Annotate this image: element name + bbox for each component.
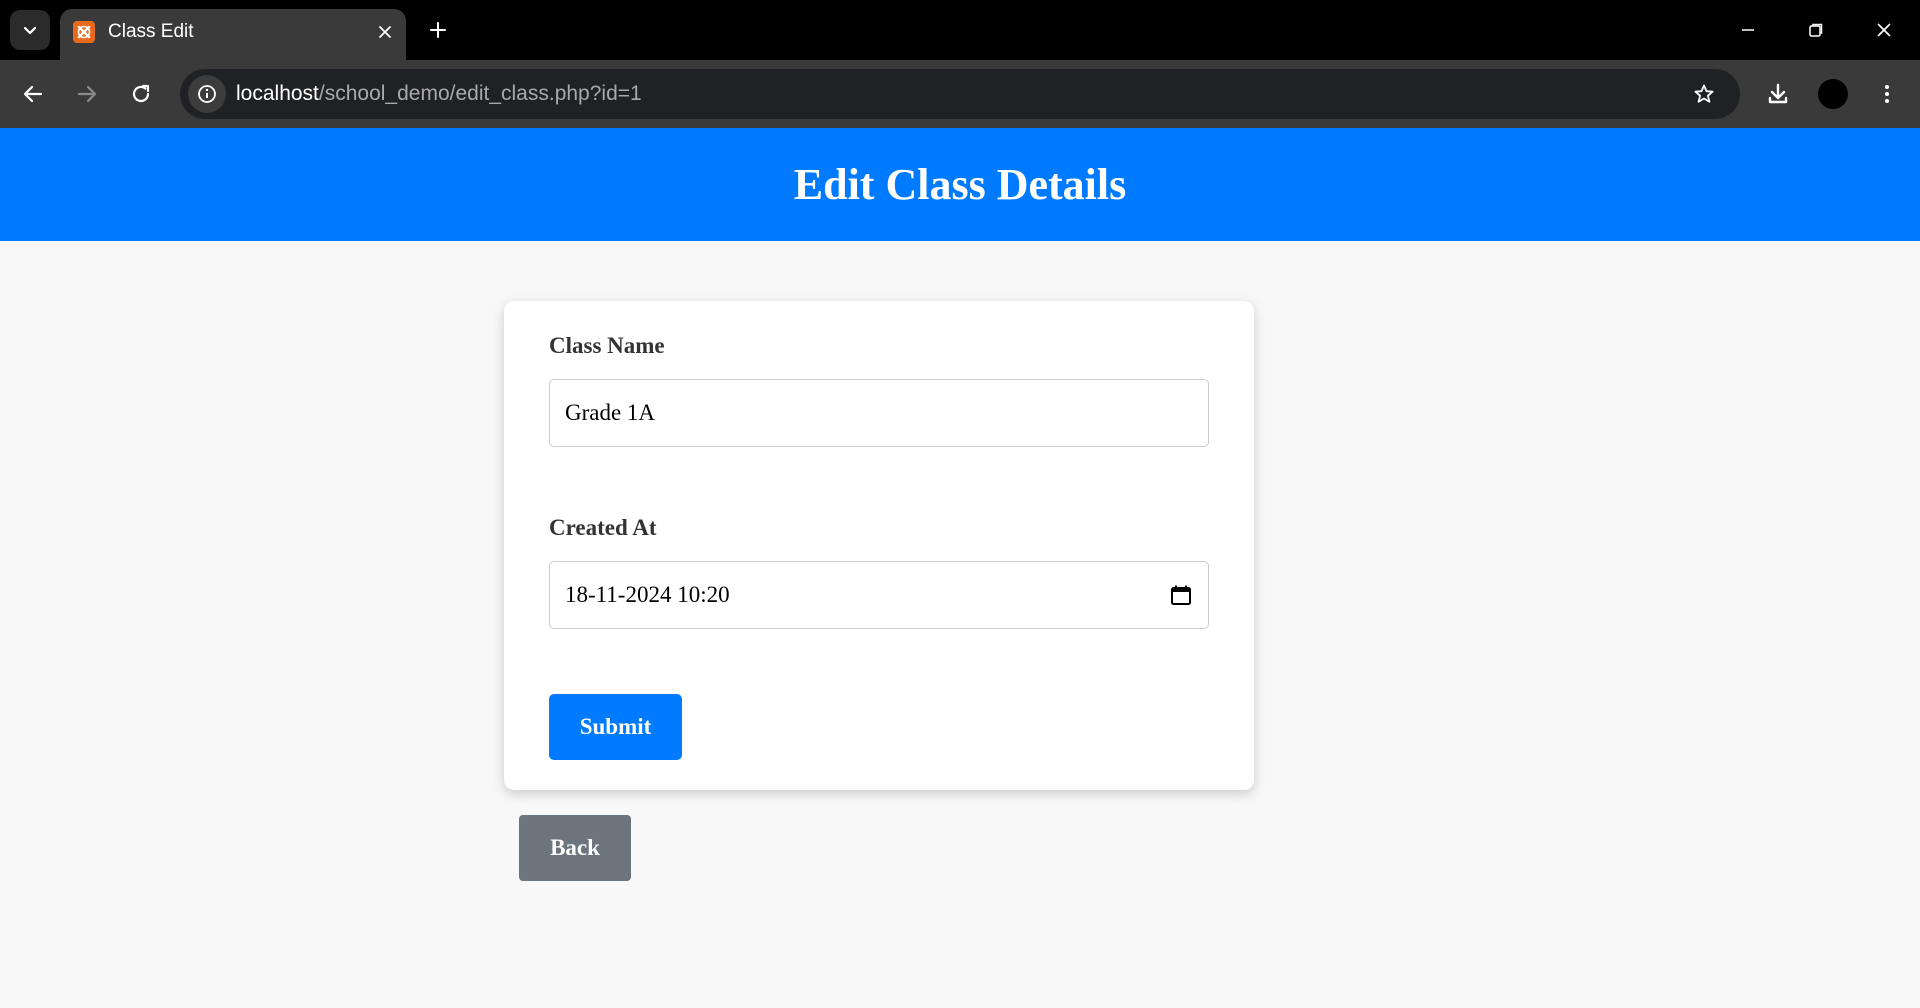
forward-arrow-icon (77, 85, 97, 103)
restore-button[interactable] (1798, 12, 1834, 48)
tab-title: Class Edit (108, 21, 194, 42)
restore-icon (1809, 23, 1823, 37)
download-icon (1768, 83, 1788, 104)
browser-tab-strip: Class Edit (0, 0, 1920, 60)
site-info-icon (198, 85, 216, 103)
site-info-button[interactable] (188, 75, 226, 113)
plus-icon (430, 22, 446, 38)
submit-button[interactable]: Submit (549, 694, 682, 760)
new-tab-button[interactable] (422, 14, 454, 46)
calendar-icon[interactable] (1169, 583, 1193, 607)
star-icon (1694, 84, 1714, 103)
downloads-button[interactable] (1761, 77, 1795, 111)
created-at-label: Created At (549, 515, 657, 540)
tab-close-button[interactable] (372, 19, 398, 45)
avatar (1818, 79, 1848, 109)
profile-button[interactable] (1816, 77, 1850, 111)
browser-menu-button[interactable] (1870, 77, 1904, 111)
created-at-input[interactable]: 18-11-2024 10:20 (549, 561, 1209, 629)
reload-icon (132, 84, 150, 103)
bookmark-button[interactable] (1688, 78, 1720, 110)
reload-button[interactable] (124, 77, 158, 111)
back-nav-button[interactable] (16, 77, 50, 111)
close-icon (379, 26, 391, 38)
created-at-value: 18-11-2024 10:20 (565, 582, 730, 607)
minimize-icon (1742, 29, 1754, 31)
page-header: Edit Class Details (0, 128, 1920, 241)
back-arrow-icon (23, 85, 43, 103)
tab-search-button[interactable] (10, 10, 50, 50)
window-close-button[interactable] (1866, 12, 1902, 48)
class-name-value: Grade 1A (565, 400, 656, 425)
more-vert-icon (1885, 85, 1889, 103)
address-bar[interactable]: localhost/school_demo/edit_class.php?id=… (180, 69, 1740, 119)
active-tab[interactable]: Class Edit (60, 9, 406, 60)
xampp-favicon-icon (73, 21, 95, 43)
minimize-button[interactable] (1730, 12, 1766, 48)
url-path: /school_demo/edit_class.php?id=1 (318, 82, 642, 105)
back-button[interactable]: Back (519, 815, 631, 881)
browser-toolbar: localhost/school_demo/edit_class.php?id=… (0, 60, 1920, 128)
forward-nav-button[interactable] (70, 77, 104, 111)
window-close-icon (1877, 23, 1891, 37)
page-title: Edit Class Details (793, 160, 1127, 209)
class-name-label: Class Name (549, 333, 665, 358)
class-name-input[interactable]: Grade 1A (549, 379, 1209, 447)
url-host: localhost (236, 82, 319, 105)
url-text[interactable]: localhost/school_demo/edit_class.php?id=… (236, 82, 642, 106)
edit-class-form: Class Name Grade 1A Created At 18-11-202… (504, 301, 1254, 790)
chevron-down-icon (23, 26, 37, 35)
